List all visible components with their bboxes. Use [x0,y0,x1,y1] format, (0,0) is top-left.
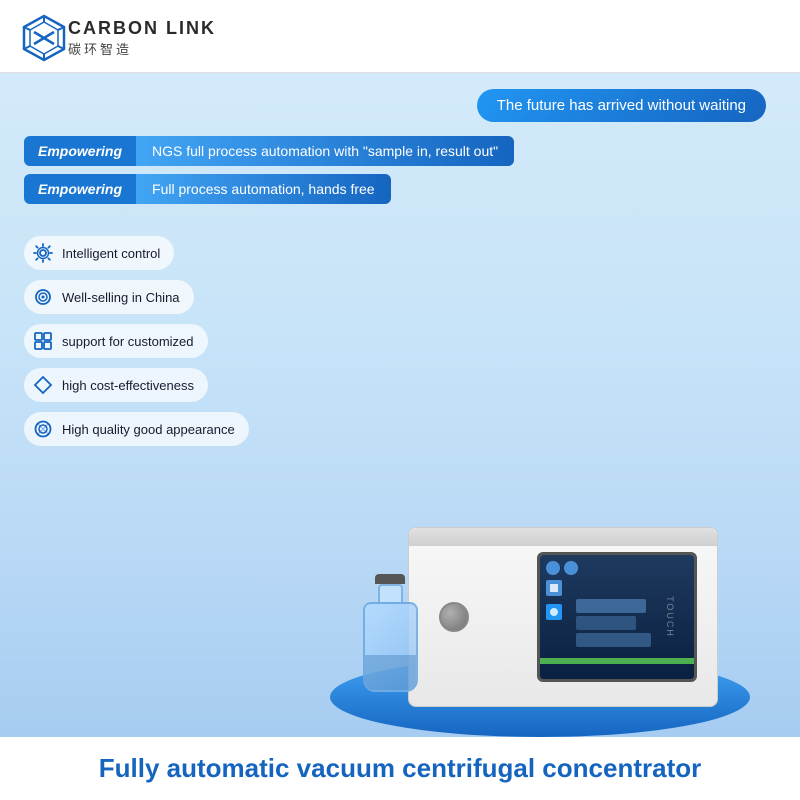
screen-menu-item-3 [576,633,651,647]
empowering-label-1: Empowering [24,136,136,166]
screen-green-bar [540,658,694,664]
device-machine: TOUCH [363,527,718,707]
page-wrapper: CARBON LINK 碳环智造 The future has arrived … [0,0,800,800]
screen-left-icon-2 [546,604,562,620]
logo-chinese: 碳环智造 [68,39,216,58]
bottom-title: Fully automatic vacuum centrifugal conce… [0,737,800,800]
screen-header [546,561,688,575]
feature-text-5: High quality good appearance [62,422,235,437]
device-area: TOUCH [304,226,776,737]
feature-text-1: Intelligent control [62,246,160,261]
quality-icon [32,418,54,440]
empowering-text-1: NGS full process automation with "sample… [136,136,514,166]
main-content: The future has arrived without waiting E… [0,73,800,737]
logo-english: CARBON LINK [68,18,216,39]
screen-icon-2 [564,561,578,575]
future-banner: The future has arrived without waiting [477,89,766,122]
grid-icon [32,330,54,352]
machine-top-strip [409,528,717,546]
feature-text-3: support for customized [62,334,194,349]
gear-icon [32,242,54,264]
screen-left-icon-1 [546,580,562,596]
header: CARBON LINK 碳环智造 [0,0,800,73]
middle-section: Intelligent control Well-selling in Chin… [24,226,776,737]
screen-touch-label: TOUCH [665,596,675,638]
machine-box: TOUCH [408,527,718,707]
logo-icon [20,14,68,62]
empowering-row-1: Empowering NGS full process automation w… [24,136,776,166]
feature-item-4: high cost-effectiveness [24,368,208,402]
feature-item-5: High quality good appearance [24,412,249,446]
empowering-row-2: Empowering Full process automation, hand… [24,174,776,204]
award-icon [32,286,54,308]
features-list: Intelligent control Well-selling in Chin… [24,226,304,737]
flask-cap [375,574,405,584]
machine-screen: TOUCH [537,552,697,682]
screen-menu-item-1 [576,599,646,613]
bottom-title-text: Fully automatic vacuum centrifugal conce… [24,753,776,784]
logo-text-container: CARBON LINK 碳环智造 [68,18,216,58]
screen-menu-item-2 [576,616,636,630]
feature-item-2: Well-selling in China [24,280,194,314]
feature-text-4: high cost-effectiveness [62,378,194,393]
flask-neck [378,584,403,602]
feature-text-2: Well-selling in China [62,290,180,305]
feature-item-3: support for customized [24,324,208,358]
empowering-text-2: Full process automation, hands free [136,174,391,204]
feature-item-1: Intelligent control [24,236,174,270]
screen-inner: TOUCH [540,555,694,679]
machine-knob [439,602,469,632]
flask-liquid [365,655,416,690]
flask-container [363,574,418,692]
empowering-label-2: Empowering [24,174,136,204]
screen-icon-1 [546,561,560,575]
diamond-icon [32,374,54,396]
flask-body [363,602,418,692]
screen-left-icons [546,580,562,620]
